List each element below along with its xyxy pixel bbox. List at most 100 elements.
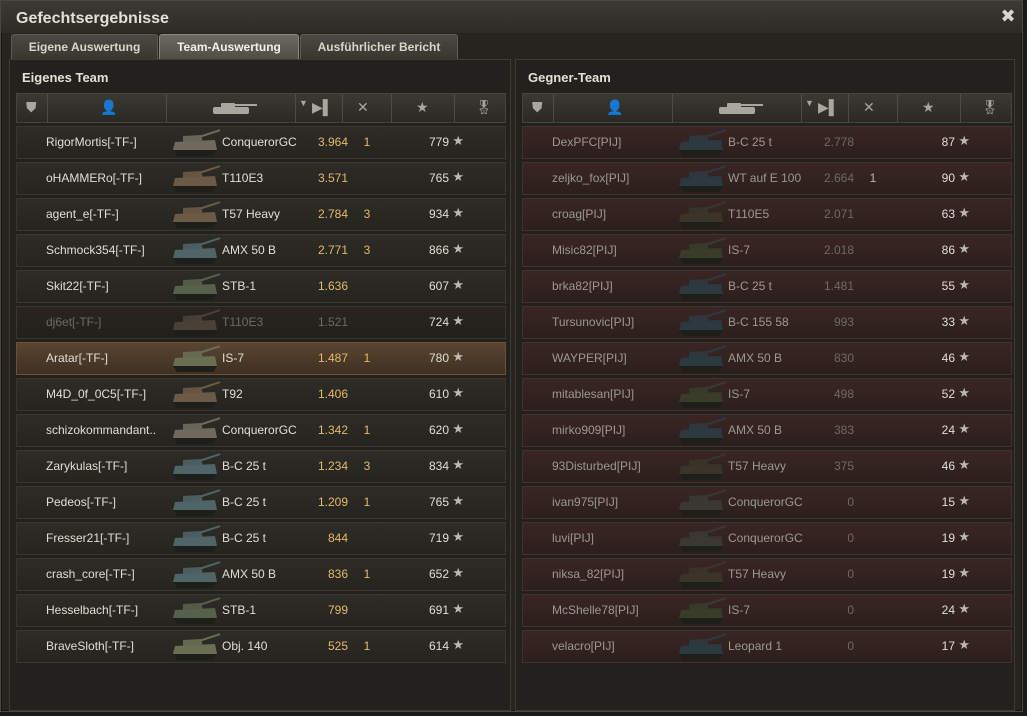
experience-value: 87 [941,135,955,149]
table-row[interactable]: luvi[PIJ] ConquerorGC 0 19 ★ [522,522,1012,555]
damage-value: 1.234 [317,459,348,473]
table-row[interactable]: dj6et[-TF-] T110E3 1.521 724 ★ [16,306,506,339]
tank-name: T57 Heavy [222,207,281,221]
star-icon: ★ [958,205,970,220]
table-row[interactable]: Misic82[PIJ] IS-7 2.018 86 ★ [522,234,1012,267]
column-damage[interactable]: ▼ ▶▌ [296,94,343,122]
column-kills[interactable]: ✕ [849,94,898,122]
table-row[interactable]: Fresser21[-TF-] B-C 25 t 844 719 ★ [16,522,506,555]
table-row[interactable]: velacro[PIJ] Leopard 1 0 17 ★ [522,630,1012,663]
tank-image-icon [675,308,729,338]
sort-down-icon: ▼ [299,98,308,108]
experience-value: 63 [941,207,955,221]
column-vehicle[interactable] [167,94,296,122]
kills-value: 3 [363,207,371,221]
tank-name: AMX 50 B [222,243,277,257]
tank-name: B-C 155 58 [728,315,789,329]
player-name: velacro[PIJ] [552,639,615,653]
star-icon: ★ [958,385,970,400]
own-team-list: RigorMortis[-TF-] ConquerorGC 3.964 1 779 ★ oH… [16,126,506,666]
damage-value: 3.571 [317,171,348,185]
table-row[interactable]: WAYPER[PIJ] AMX 50 B 830 46 ★ [522,342,1012,375]
table-row[interactable]: M4D_0f_0C5[-TF-] T92 1.406 610 ★ [16,378,506,411]
table-row[interactable]: Zarykulas[-TF-] B-C 25 t 1.234 3 834 ★ [16,450,506,483]
table-row[interactable]: McShelle78[PIJ] IS-7 0 24 ★ [522,594,1012,627]
experience-value: 46 [941,351,955,365]
table-row[interactable]: zeljko_fox[PIJ] WT auf E 100 2.664 1 90 ★ [522,162,1012,195]
kills-value: 3 [363,243,371,257]
table-row[interactable]: oHAMMERo[-TF-] T110E3 3.571 765 ★ [16,162,506,195]
tank-image-icon [169,236,223,266]
star-icon: ★ [958,601,970,616]
player-name: luvi[PIJ] [552,531,595,545]
player-name: M4D_0f_0C5[-TF-] [46,387,147,401]
column-medals[interactable]: 🎖 [961,94,1011,122]
table-row[interactable]: Schmock354[-TF-] AMX 50 B 2.771 3 866 ★ [16,234,506,267]
table-row[interactable]: mirko909[PIJ] AMX 50 B 383 24 ★ [522,414,1012,447]
tank-image-icon [675,524,729,554]
table-row[interactable]: ivan975[PIJ] ConquerorGC 0 15 ★ [522,486,1012,519]
close-icon[interactable]: ✖ [1000,7,1016,25]
tank-image-icon [675,560,729,590]
player-name: oHAMMERo[-TF-] [46,171,142,185]
damage-value: 525 [327,639,348,653]
table-row[interactable]: Skit22[-TF-] STB-1 1.636 607 ★ [16,270,506,303]
table-row[interactable]: Pedeos[-TF-] B-C 25 t 1.209 1 765 ★ [16,486,506,519]
tank-name: B-C 25 t [728,135,773,149]
damage-value: 1.636 [317,279,348,293]
tab-team-auswertung[interactable]: Team-Auswertung [159,34,299,59]
damage-value: 383 [833,423,854,437]
column-experience[interactable]: ★ [392,94,455,122]
star-icon: ★ [958,241,970,256]
table-row[interactable]: Tursunovic[PIJ] B-C 155 58 993 33 ★ [522,306,1012,339]
experience-value: 724 [428,315,449,329]
experience-value: 46 [941,459,955,473]
column-experience[interactable]: ★ [898,94,961,122]
column-vehicle[interactable] [673,94,802,122]
tank-name: T57 Heavy [728,459,787,473]
column-vehicle-type[interactable]: ⛊ [523,94,554,122]
tank-image-icon [169,128,223,158]
star-icon: ★ [958,637,970,652]
column-vehicle-type[interactable]: ⛊ [17,94,48,122]
column-kills[interactable]: ✕ [343,94,392,122]
table-row[interactable]: Aratar[-TF-] IS-7 1.487 1 780 ★ [16,342,506,375]
table-row[interactable]: mitablesan[PIJ] IS-7 498 52 ★ [522,378,1012,411]
table-row[interactable]: Hesselbach[-TF-] STB-1 799 691 ★ [16,594,506,627]
column-player[interactable]: 👤 [48,94,167,122]
tank-name: B-C 25 t [222,495,267,509]
tank-image-icon [675,380,729,410]
table-row[interactable]: crash_core[-TF-] AMX 50 B 836 1 652 ★ [16,558,506,591]
player-name: crash_core[-TF-] [46,567,135,581]
table-row[interactable]: schizokommandant.. ConquerorGC 1.342 1 620 ★ [16,414,506,447]
tank-image-icon [675,272,729,302]
experience-value: 866 [428,243,449,257]
experience-star-icon: ★ [922,99,935,115]
tab-ausfuehrlicher-bericht[interactable]: Ausführlicher Bericht [300,34,458,59]
table-row[interactable]: croag[PIJ] T110E5 2.071 63 ★ [522,198,1012,231]
table-row[interactable]: DexPFC[PIJ] B-C 25 t 2.778 87 ★ [522,126,1012,159]
damage-icon: ▶▌ [818,99,839,115]
player-name: mirko909[PIJ] [552,423,626,437]
star-icon: ★ [452,601,464,616]
table-row[interactable]: RigorMortis[-TF-] ConquerorGC 3.964 1 779 ★ [16,126,506,159]
table-row[interactable]: brka82[PIJ] B-C 25 t 1.481 55 ★ [522,270,1012,303]
damage-value: 0 [847,603,854,617]
player-name: RigorMortis[-TF-] [46,135,137,149]
experience-value: 52 [941,387,955,401]
tab-eigene-auswertung[interactable]: Eigene Auswertung [11,34,158,59]
table-row[interactable]: 93Disturbed[PIJ] T57 Heavy 375 46 ★ [522,450,1012,483]
damage-value: 2.664 [823,171,854,185]
column-medals[interactable]: 🎖 [455,94,505,122]
star-icon: ★ [452,457,464,472]
tank-name: T57 Heavy [728,567,787,581]
column-player[interactable]: 👤 [554,94,673,122]
star-icon: ★ [452,421,464,436]
column-damage[interactable]: ▼ ▶▌ [802,94,849,122]
table-row[interactable]: niksa_82[PIJ] T57 Heavy 0 19 ★ [522,558,1012,591]
table-row[interactable]: agent_e[-TF-] T57 Heavy 2.784 3 934 ★ [16,198,506,231]
tank-image-icon [169,524,223,554]
experience-value: 614 [428,639,449,653]
table-row[interactable]: BraveSloth[-TF-] Obj. 140 525 1 614 ★ [16,630,506,663]
kills-value: 1 [363,495,371,509]
